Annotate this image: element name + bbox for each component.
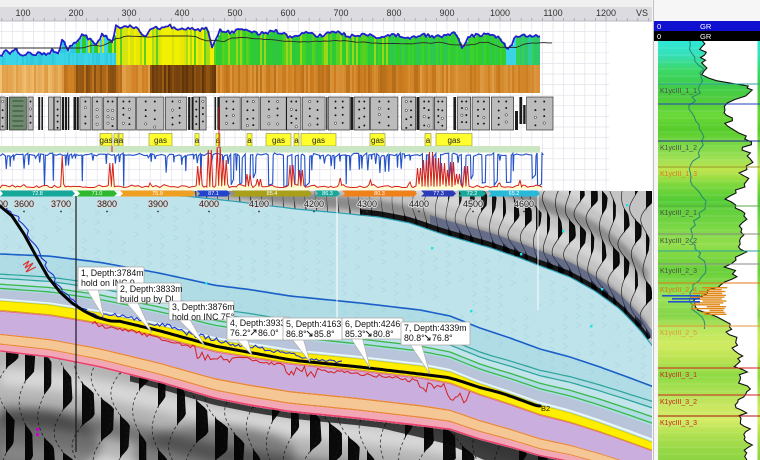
svg-text:3800: 3800	[97, 199, 117, 209]
svg-text:K1ycIII_1_3: K1ycIII_1_3	[660, 171, 697, 178]
svg-text:K1ycIII_3_1: K1ycIII_3_1	[660, 372, 697, 379]
svg-text:7, Depth:4339m: 7, Depth:4339m	[404, 323, 467, 333]
svg-text:86.3: 86.3	[322, 191, 333, 197]
svg-text:a: a	[247, 136, 252, 145]
svg-text:80.8°: 80.8°	[404, 333, 425, 343]
svg-text:4, Depth:3933: 4, Depth:3933	[230, 318, 285, 328]
svg-text:76.2°: 76.2°	[230, 328, 251, 338]
svg-text:3900: 3900	[148, 199, 168, 209]
svg-text:4100: 4100	[249, 199, 269, 209]
svg-text:4400: 4400	[409, 199, 429, 209]
svg-text:GR: GR	[700, 22, 712, 31]
svg-text:K1ycIII_2_1: K1ycIII_2_1	[660, 210, 697, 217]
svg-text:71.0: 71.0	[92, 191, 103, 197]
svg-text:a: a	[216, 136, 221, 145]
svg-text:85.3°: 85.3°	[345, 329, 366, 339]
svg-text:build up by DL: build up by DL	[120, 294, 176, 304]
svg-text:86.0°: 86.0°	[258, 328, 279, 338]
svg-text:a: a	[195, 136, 200, 145]
svg-text:VS: VS	[636, 8, 648, 18]
svg-text:4000: 4000	[199, 199, 219, 209]
svg-text:3700: 3700	[51, 199, 71, 209]
svg-text:80.8°: 80.8°	[373, 329, 394, 339]
svg-text:gas: gas	[154, 136, 167, 145]
svg-text:6, Depth:4246m: 6, Depth:4246m	[345, 319, 408, 329]
svg-text:65.2: 65.2	[509, 191, 520, 197]
svg-text:K1ycIII_3_3: K1ycIII_3_3	[660, 420, 697, 427]
svg-text:K1ycIII_1_2: K1ycIII_1_2	[660, 145, 697, 152]
svg-text:4600: 4600	[514, 199, 534, 209]
svg-text:K1ycIII_2_3: K1ycIII_2_3	[660, 268, 697, 275]
svg-text:GR: GR	[700, 32, 712, 41]
svg-text:K1ycIII_2_4: K1ycIII_2_4	[660, 287, 697, 294]
svg-text:72.2: 72.2	[467, 191, 478, 197]
svg-text:77.3: 77.3	[433, 191, 444, 197]
svg-text:gas: gas	[100, 136, 113, 145]
svg-text:gas: gas	[371, 136, 384, 145]
svg-text:3600: 3600	[14, 199, 34, 209]
svg-text:4300: 4300	[357, 199, 377, 209]
svg-text:K1ycIII_1_1: K1ycIII_1_1	[660, 88, 697, 95]
svg-text:3, Depth:3876m: 3, Depth:3876m	[172, 302, 235, 312]
svg-text:85.8°: 85.8°	[314, 329, 335, 339]
svg-text:0: 0	[657, 22, 661, 31]
svg-text:gas: gas	[448, 136, 461, 145]
svg-text:K1ycIII_2_2: K1ycIII_2_2	[660, 238, 697, 245]
svg-text:75.9: 75.9	[152, 191, 163, 197]
svg-text:85.4: 85.4	[267, 191, 278, 197]
svg-text:gas: gas	[312, 136, 325, 145]
svg-text:hold on INC 75°: hold on INC 75°	[172, 312, 234, 322]
svg-text:0: 0	[657, 32, 661, 41]
svg-text:gas: gas	[272, 136, 285, 145]
svg-text:a: a	[119, 136, 124, 145]
svg-text:K1ycIII_3_2: K1ycIII_3_2	[660, 399, 697, 406]
svg-text:80.3: 80.3	[374, 191, 385, 197]
svg-text:4200: 4200	[304, 199, 324, 209]
svg-text:5, Depth:4163m: 5, Depth:4163m	[286, 319, 349, 329]
svg-text:1, Depth:3784m: 1, Depth:3784m	[81, 268, 144, 278]
svg-text:87.1: 87.1	[208, 191, 219, 197]
svg-text:72.8: 72.8	[32, 191, 43, 197]
svg-text:a: a	[426, 136, 431, 145]
svg-text:4500: 4500	[463, 199, 483, 209]
svg-text:2, Depth:3833m: 2, Depth:3833m	[120, 284, 183, 294]
svg-text:B2: B2	[541, 404, 550, 413]
svg-text:a: a	[294, 136, 299, 145]
svg-text:76.8°: 76.8°	[432, 333, 453, 343]
svg-text:K1ycIII_2_5: K1ycIII_2_5	[660, 330, 697, 337]
svg-text:86.8°: 86.8°	[286, 329, 307, 339]
